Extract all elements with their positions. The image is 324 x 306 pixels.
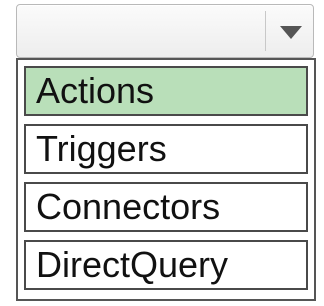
dropdown-option-actions[interactable]: Actions xyxy=(24,66,308,116)
dropdown-select[interactable] xyxy=(16,4,314,58)
caret-down-icon[interactable] xyxy=(280,26,302,40)
dropdown-option-list: Actions Triggers Connectors DirectQuery xyxy=(16,58,316,301)
dropdown-option-directquery[interactable]: DirectQuery xyxy=(24,240,308,290)
dropdown-option-connectors[interactable]: Connectors xyxy=(24,182,308,232)
dropdown-option-triggers[interactable]: Triggers xyxy=(24,124,308,174)
dropdown-divider xyxy=(265,11,266,51)
